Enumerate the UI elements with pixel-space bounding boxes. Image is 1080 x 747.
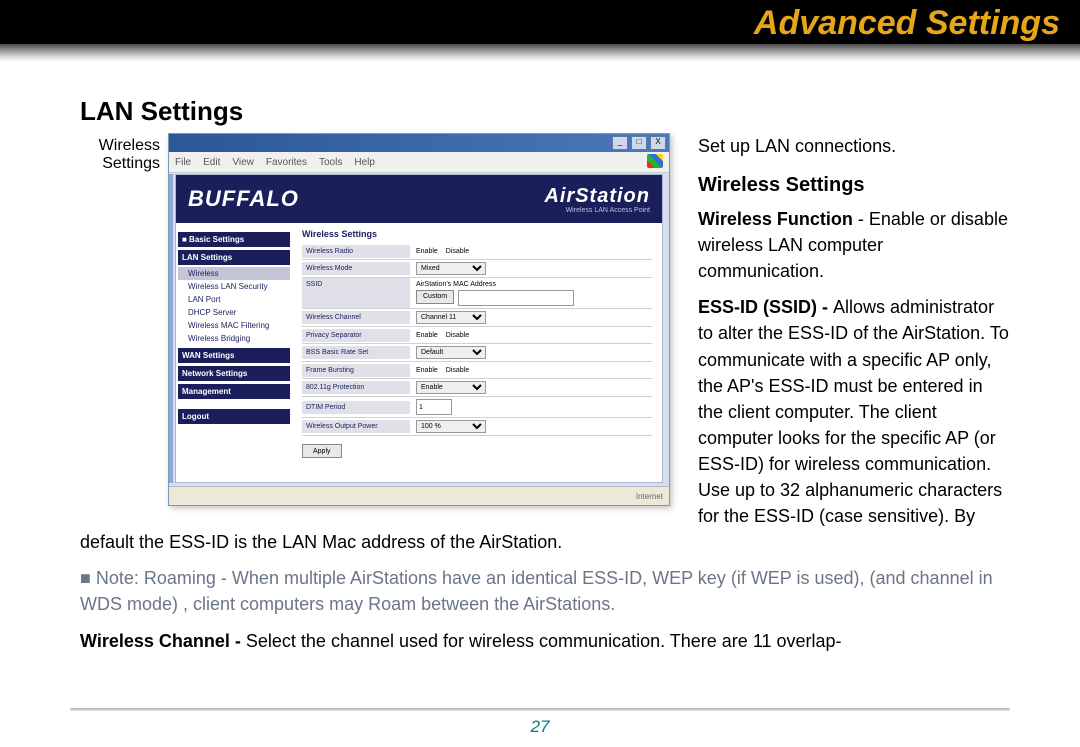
sidebar-group-wan[interactable]: WAN Settings: [178, 348, 290, 363]
sidebar-item-bridging[interactable]: Wireless Bridging: [178, 332, 290, 345]
window-titlebar: _ □ X: [169, 134, 669, 152]
content-area: LAN Settings Wireless Settings _ □ X Fil…: [0, 62, 1080, 654]
menu-tools[interactable]: Tools: [319, 157, 342, 168]
minimize-button[interactable]: _: [612, 136, 628, 150]
panel-title: Wireless Settings: [302, 229, 652, 239]
row-channel: Wireless Channel Channel 11: [302, 309, 652, 327]
footer-rule: [70, 708, 1010, 711]
sidebar-item-dhcp[interactable]: DHCP Server: [178, 306, 290, 319]
below-text: ■ Note: Roaming - When multiple AirStati…: [80, 565, 1010, 653]
row-frame-burst: Frame Bursting EnableDisable: [302, 362, 652, 379]
row-privacy: Privacy Separator EnableDisable: [302, 327, 652, 344]
select-channel[interactable]: Channel 11: [416, 311, 486, 324]
section-heading: LAN Settings: [80, 96, 1010, 127]
row-output-power: Wireless Output Power 100 %: [302, 418, 652, 436]
app-body: BUFFALO AirStation Wireless LAN Access P…: [175, 174, 663, 483]
sidebar-group-network[interactable]: Network Settings: [178, 366, 290, 381]
ssid-input[interactable]: [458, 290, 574, 306]
row-bss: BSS Basic Rate Set Default: [302, 344, 652, 362]
brand-subtitle: Wireless LAN Access Point: [544, 207, 650, 214]
sidebar-item-lanport[interactable]: LAN Port: [178, 293, 290, 306]
menu-edit[interactable]: Edit: [203, 157, 220, 168]
sidebar-group-management[interactable]: Management: [178, 384, 290, 399]
sidebar-item-macfilter[interactable]: Wireless MAC Filtering: [178, 319, 290, 332]
menu-file[interactable]: File: [175, 157, 191, 168]
menu-help[interactable]: Help: [354, 157, 375, 168]
header-gradient: [0, 44, 1080, 62]
row-wireless-radio: Wireless Radio EnableDisable: [302, 243, 652, 260]
row-protection: 802.11g Protection Enable: [302, 379, 652, 397]
sidebar-group-logout[interactable]: Logout: [178, 409, 290, 424]
app-sidebar: ■ Basic Settings LAN Settings Wireless W…: [176, 223, 292, 482]
brand-logo: BUFFALO: [188, 186, 299, 212]
close-button[interactable]: X: [650, 136, 666, 150]
ssid-custom-button[interactable]: Custom: [416, 290, 454, 304]
brand-product: AirStation: [544, 185, 650, 208]
note-text: ■ Note: Roaming - When multiple AirStati…: [80, 565, 1010, 617]
row-dtim: DTIM Period: [302, 397, 652, 418]
screenshot-caption: Wireless Settings: [80, 133, 168, 173]
select-protection[interactable]: Enable: [416, 381, 486, 394]
status-text: Internet: [636, 492, 663, 501]
sidebar-group-lan[interactable]: LAN Settings: [178, 250, 290, 265]
sidebar-item-wireless[interactable]: Wireless: [178, 267, 290, 280]
sidebar-group-basic[interactable]: ■ Basic Settings: [178, 232, 290, 247]
select-power[interactable]: 100 %: [416, 420, 486, 433]
menu-favorites[interactable]: Favorites: [266, 157, 307, 168]
radio-enable[interactable]: Enable: [416, 248, 438, 255]
row-ssid: SSID AirStation's MAC Address Custom: [302, 278, 652, 309]
apply-button[interactable]: Apply: [302, 444, 342, 458]
select-mode[interactable]: Mixed: [416, 262, 486, 275]
window-status-bar: Internet: [169, 486, 669, 505]
sidebar-item-security[interactable]: Wireless LAN Security: [178, 280, 290, 293]
header-bar: Advanced Settings: [0, 0, 1080, 62]
row-wireless-mode: Wireless Mode Mixed: [302, 260, 652, 278]
ssid-hint: AirStation's MAC Address: [416, 281, 496, 288]
left-scroll-strip: [169, 174, 173, 483]
menu-view[interactable]: View: [232, 157, 254, 168]
window-menubar: File Edit View Favorites Tools Help: [169, 152, 669, 173]
windows-flag-icon: [647, 154, 663, 168]
app-header: BUFFALO AirStation Wireless LAN Access P…: [176, 175, 662, 223]
maximize-button[interactable]: □: [631, 136, 647, 150]
page-number: 27: [0, 717, 1080, 737]
radio-disable[interactable]: Disable: [446, 248, 469, 255]
app-main: Wireless Settings Wireless Radio EnableD…: [292, 223, 662, 482]
browser-window: _ □ X File Edit View Favorites Tools Hel…: [168, 133, 670, 506]
header-title: Advanced Settings: [754, 4, 1060, 43]
channel-text: Wireless Channel - Select the channel us…: [80, 628, 1010, 654]
dtim-input[interactable]: [416, 399, 452, 415]
select-bss[interactable]: Default: [416, 346, 486, 359]
screenshot-block: Wireless Settings _ □ X File Edit View F…: [80, 133, 680, 506]
